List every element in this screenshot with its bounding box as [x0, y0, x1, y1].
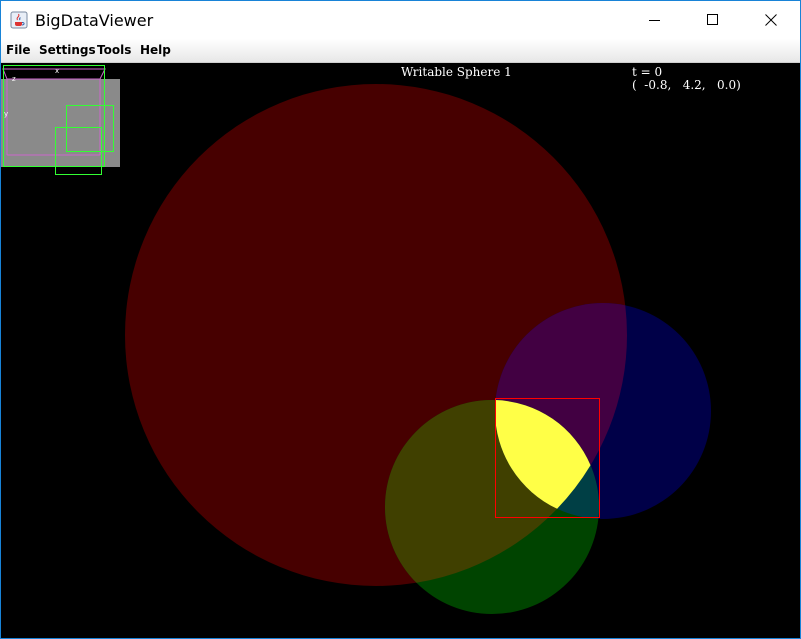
close-icon	[765, 14, 777, 26]
menu-tools[interactable]: Tools	[97, 43, 131, 57]
navigator-widget[interactable]: x y z	[1, 63, 126, 183]
maximize-icon	[707, 14, 718, 25]
maximize-button[interactable]	[684, 1, 742, 39]
timepoint-overlay: t = 0	[632, 65, 663, 79]
navigator-x-label: x	[55, 67, 59, 75]
minimize-button[interactable]	[626, 1, 684, 39]
source-name-overlay: Writable Sphere 1	[401, 65, 512, 79]
minimize-icon	[649, 20, 660, 21]
menu-help[interactable]: Help	[140, 43, 171, 57]
navigator-z-label: z	[12, 75, 16, 83]
close-button[interactable]	[742, 1, 800, 39]
menu-file[interactable]: File	[6, 43, 31, 57]
bigdataviewer-window: BigDataViewer File Settings Tools Help x…	[0, 0, 801, 639]
menu-bar: File Settings Tools Help	[1, 39, 800, 63]
window-title: BigDataViewer	[35, 11, 154, 30]
title-bar[interactable]: BigDataViewer	[1, 1, 800, 39]
navigator-y-label: y	[4, 110, 8, 118]
viewer-canvas[interactable]: x y z Writable Sphere 1 t = 0 ( -0.8, 4.…	[1, 63, 800, 638]
menu-settings[interactable]: Settings	[39, 43, 96, 57]
java-cup-icon	[10, 11, 28, 29]
coordinates-overlay: ( -0.8, 4.2, 0.0)	[632, 78, 741, 92]
